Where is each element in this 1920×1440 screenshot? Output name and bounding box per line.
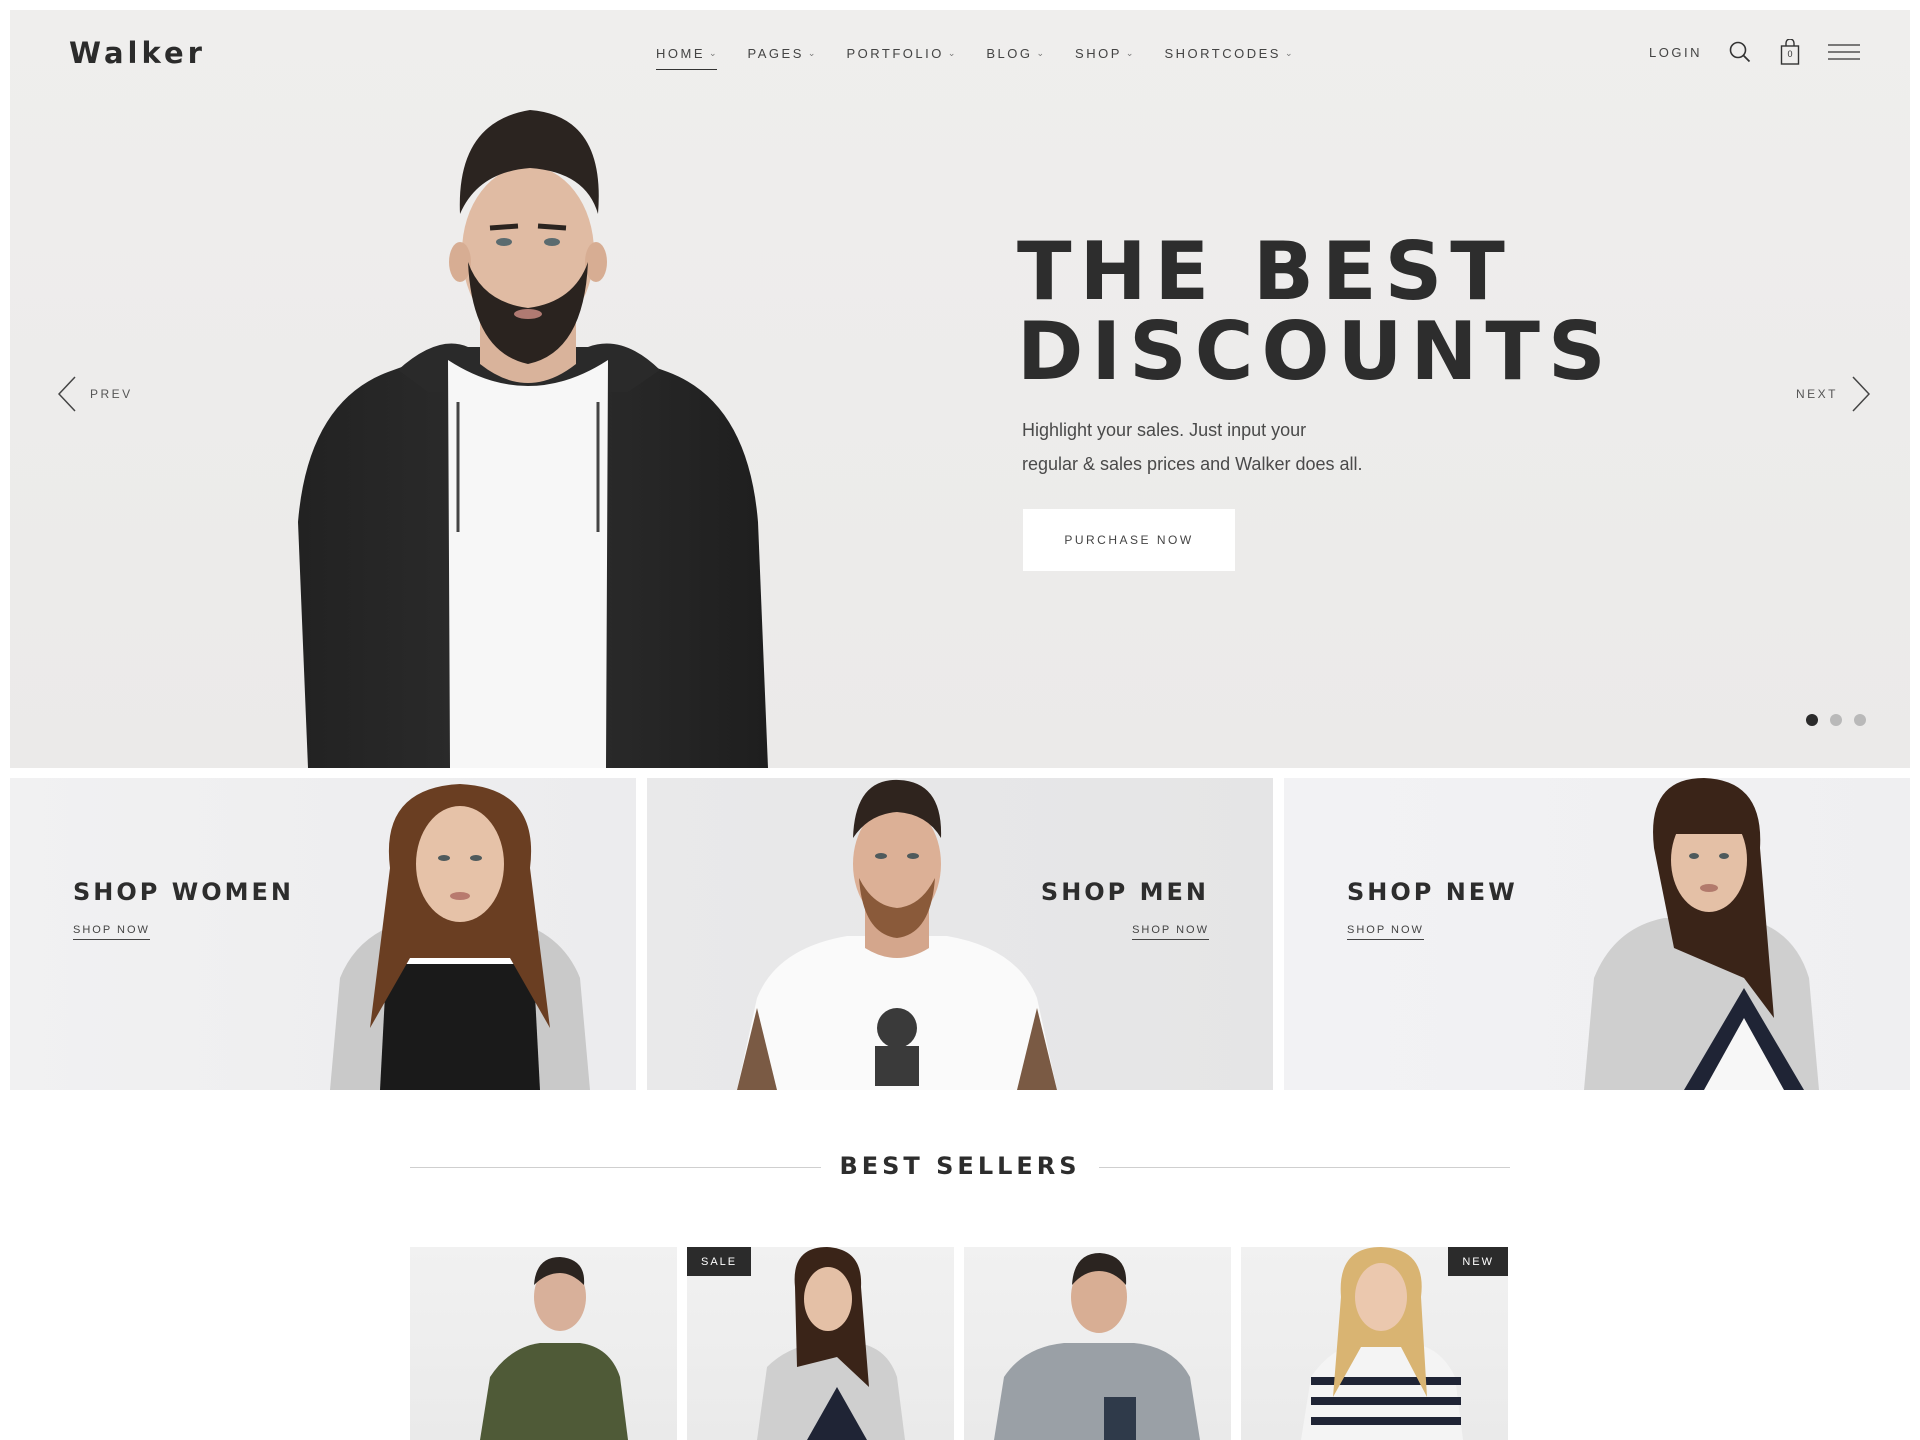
nav-label: BLOG <box>986 45 1033 61</box>
nav-item-blog[interactable]: BLOG ⌄ <box>986 40 1044 66</box>
new-collection-model-image <box>1584 778 1819 1090</box>
slider-dot-3[interactable] <box>1854 714 1866 726</box>
shopping-bag-icon[interactable]: 0 <box>1778 38 1802 66</box>
hero-text-line1: Highlight your sales. Just input your <box>1022 420 1307 440</box>
nav-label: PAGES <box>747 45 804 61</box>
logo[interactable]: Walker <box>69 36 206 70</box>
nav-item-shop[interactable]: SHOP ⌄ <box>1075 40 1133 66</box>
login-link[interactable]: LOGIN <box>1649 45 1702 60</box>
chevron-down-icon: ⌄ <box>1125 47 1134 58</box>
chevron-down-icon: ⌄ <box>709 47 717 58</box>
search-icon[interactable] <box>1728 38 1752 66</box>
cart-count: 0 <box>1787 49 1793 59</box>
nav-item-shortcodes[interactable]: SHORTCODES ⌄ <box>1164 40 1292 66</box>
nav-item-portfolio[interactable]: PORTFOLIO ⌄ <box>846 40 955 66</box>
chevron-down-icon: ⌄ <box>947 47 956 58</box>
product-card[interactable] <box>410 1247 677 1440</box>
product-image <box>480 1257 628 1440</box>
divider <box>1099 1167 1510 1168</box>
hero-headline: THE BEST DISCOUNTS <box>1017 232 1797 392</box>
chevron-right-icon <box>1852 376 1870 412</box>
nav-item-home[interactable]: HOME ⌄ <box>656 40 717 70</box>
hero-description: Highlight your sales. Just input your re… <box>1022 413 1442 481</box>
purchase-now-button[interactable]: PURCHASE NOW <box>1023 509 1235 571</box>
product-card[interactable]: NEW <box>1241 1247 1508 1440</box>
product-card[interactable] <box>964 1247 1231 1440</box>
nav-label: SHOP <box>1075 45 1122 61</box>
header-actions: LOGIN 0 <box>1649 38 1860 66</box>
chevron-down-icon: ⌄ <box>1036 47 1045 58</box>
prev-label: PREV <box>90 387 133 401</box>
banner-shop-new[interactable]: SHOP NEW SHOP NOW <box>1284 778 1910 1090</box>
chevron-down-icon: ⌄ <box>1284 47 1293 58</box>
shop-now-link[interactable]: SHOP NOW <box>73 924 150 940</box>
banner-shop-women[interactable]: SHOP WOMEN SHOP NOW <box>10 778 636 1090</box>
chevron-down-icon: ⌄ <box>807 47 816 58</box>
shop-now-link[interactable]: SHOP NOW <box>1347 924 1424 940</box>
slider-dots <box>1806 714 1866 726</box>
nav-label: SHORTCODES <box>1164 45 1281 61</box>
hero-headline-line2: DISCOUNTS <box>1017 305 1614 398</box>
product-image <box>994 1253 1200 1440</box>
product-card[interactable]: SALE <box>687 1247 954 1440</box>
banner-title: SHOP NEW <box>1347 878 1518 906</box>
slider-prev[interactable]: PREV <box>58 376 133 412</box>
new-badge: NEW <box>1448 1247 1508 1276</box>
product-grid: SALE NEW <box>410 1247 1508 1440</box>
nav-label: HOME <box>656 45 705 61</box>
chevron-left-icon <box>58 376 76 412</box>
slider-next[interactable]: NEXT <box>1796 376 1870 412</box>
site-header: Walker HOME ⌄ PAGES ⌄ PORTFOLIO ⌄ BLOG ⌄… <box>10 10 1910 110</box>
nav-item-pages[interactable]: PAGES ⌄ <box>748 40 816 66</box>
slider-dot-1[interactable] <box>1806 714 1818 726</box>
section-title: BEST SELLERS <box>839 1152 1081 1180</box>
women-model-image <box>330 784 590 1090</box>
best-sellers-header: BEST SELLERS <box>410 1152 1510 1182</box>
hero-model-image <box>298 110 768 768</box>
sale-badge: SALE <box>687 1247 752 1276</box>
next-label: NEXT <box>1795 387 1838 401</box>
main-nav: HOME ⌄ PAGES ⌄ PORTFOLIO ⌄ BLOG ⌄ SHOP ⌄… <box>656 40 1292 70</box>
hamburger-menu-icon[interactable] <box>1828 38 1860 66</box>
slider-dot-2[interactable] <box>1830 714 1842 726</box>
banner-title: SHOP WOMEN <box>73 878 294 906</box>
hero-text-line2: regular & sales prices and Walker does a… <box>1022 454 1363 474</box>
hero-slider: Walker HOME ⌄ PAGES ⌄ PORTFOLIO ⌄ BLOG ⌄… <box>10 10 1910 768</box>
nav-label: PORTFOLIO <box>846 45 944 61</box>
banner-shop-men[interactable]: SHOP MEN SHOP NOW <box>647 778 1273 1090</box>
shop-now-link[interactable]: SHOP NOW <box>1132 924 1209 940</box>
banner-title: SHOP MEN <box>1040 878 1209 906</box>
men-model-image <box>737 779 1057 1090</box>
